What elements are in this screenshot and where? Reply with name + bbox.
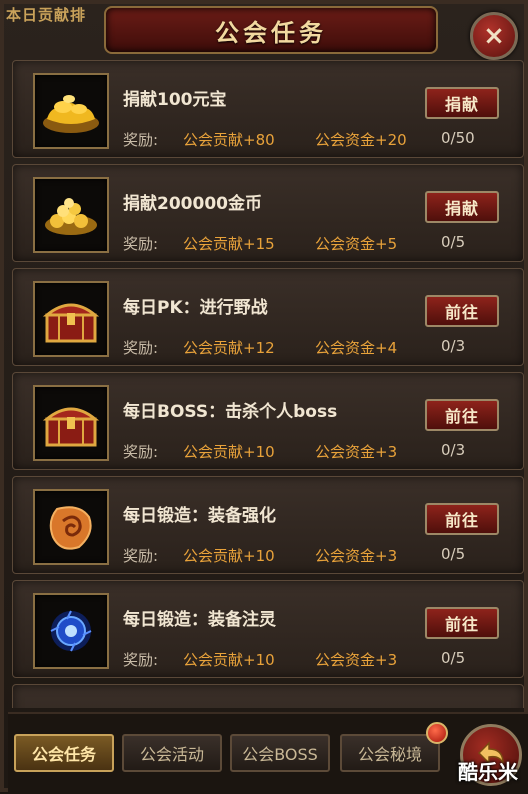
reward-contribution: 公会贡献+10 <box>183 651 275 669</box>
go-button[interactable]: 前往 <box>425 295 499 327</box>
spirit-orb-icon <box>33 593 109 669</box>
task-row: 捐献100元宝 奖励: 公会贡献+80 公会资金+20 0/50 捐献 <box>12 60 524 158</box>
task-progress: 0/3 <box>441 337 466 355</box>
reward-funds: 公会资金+5 <box>315 235 398 253</box>
tab-guild-activities[interactable]: 公会活动 <box>122 734 222 772</box>
watermark: 酷乐米 <box>458 760 518 784</box>
go-button[interactable]: 前往 <box>425 399 499 431</box>
task-progress: 0/5 <box>441 649 466 667</box>
task-list[interactable]: 捐献100元宝 奖励: 公会贡献+80 公会资金+20 0/50 捐献 捐献20… <box>12 60 524 708</box>
task-name: 捐献100元宝 <box>123 90 227 110</box>
reward-funds: 公会资金+3 <box>315 651 398 669</box>
task-name: 每日锻造：装备强化 <box>123 506 276 526</box>
task-row <box>12 684 524 708</box>
reward-contribution: 公会贡献+80 <box>183 131 275 149</box>
enhance-stone-icon <box>33 489 109 565</box>
go-button[interactable]: 前往 <box>425 503 499 535</box>
reward-label: 奖励: <box>123 547 159 565</box>
tab-bar: 公会任务 公会活动 公会BOSS 公会秘境 <box>8 712 528 794</box>
close-icon: × <box>483 21 505 51</box>
reward-label: 奖励: <box>123 131 159 149</box>
task-row: 每日锻造：装备强化 奖励: 公会贡献+10 公会资金+3 0/5 前往 <box>12 476 524 574</box>
reward-funds: 公会资金+20 <box>315 131 407 149</box>
tab-guild-boss[interactable]: 公会BOSS <box>230 734 330 772</box>
task-name: 每日PK：进行野战 <box>123 298 268 318</box>
treasure-chest-icon <box>33 385 109 461</box>
reward-funds: 公会资金+4 <box>315 339 398 357</box>
reward-contribution: 公会贡献+10 <box>183 547 275 565</box>
reward-contribution: 公会贡献+12 <box>183 339 275 357</box>
reward-label: 奖励: <box>123 235 159 253</box>
notification-dot <box>426 722 448 744</box>
task-name: 捐献200000金币 <box>123 194 262 214</box>
reward-contribution: 公会贡献+15 <box>183 235 275 253</box>
task-name: 每日BOSS：击杀个人boss <box>123 402 338 422</box>
tab-guild-tasks[interactable]: 公会任务 <box>14 734 114 772</box>
task-progress: 0/3 <box>441 441 466 459</box>
task-progress: 0/50 <box>441 129 475 147</box>
task-row: 每日锻造：装备注灵 奖励: 公会贡献+10 公会资金+3 0/5 前往 <box>12 580 524 678</box>
gold-coins-icon <box>33 177 109 253</box>
donate-button[interactable]: 捐献 <box>425 87 499 119</box>
go-button[interactable]: 前往 <box>425 607 499 639</box>
task-row: 捐献200000金币 奖励: 公会贡献+15 公会资金+5 0/5 捐献 <box>12 164 524 262</box>
donate-button[interactable]: 捐献 <box>425 191 499 223</box>
reward-contribution: 公会贡献+10 <box>183 443 275 461</box>
treasure-chest-icon <box>33 281 109 357</box>
close-button[interactable]: × <box>470 12 518 60</box>
reward-label: 奖励: <box>123 651 159 669</box>
guild-task-window: 本日贡献排 公会任务 × 捐献100元宝 奖励: 公会贡献+80 公会资金+20… <box>0 0 528 794</box>
task-row: 每日PK：进行野战 奖励: 公会贡献+12 公会资金+4 0/3 前往 <box>12 268 524 366</box>
reward-funds: 公会资金+3 <box>315 443 398 461</box>
task-row: 每日BOSS：击杀个人boss 奖励: 公会贡献+10 公会资金+3 0/3 前… <box>12 372 524 470</box>
tab-guild-secret-realm[interactable]: 公会秘境 <box>340 734 440 772</box>
task-progress: 0/5 <box>441 233 466 251</box>
task-name: 每日锻造：装备注灵 <box>123 610 276 630</box>
gold-ingot-icon <box>33 73 109 149</box>
task-progress: 0/5 <box>441 545 466 563</box>
title-bar: 公会任务 <box>104 6 438 54</box>
window-title: 公会任务 <box>215 18 327 47</box>
reward-funds: 公会资金+3 <box>315 547 398 565</box>
reward-label: 奖励: <box>123 339 159 357</box>
reward-label: 奖励: <box>123 443 159 461</box>
